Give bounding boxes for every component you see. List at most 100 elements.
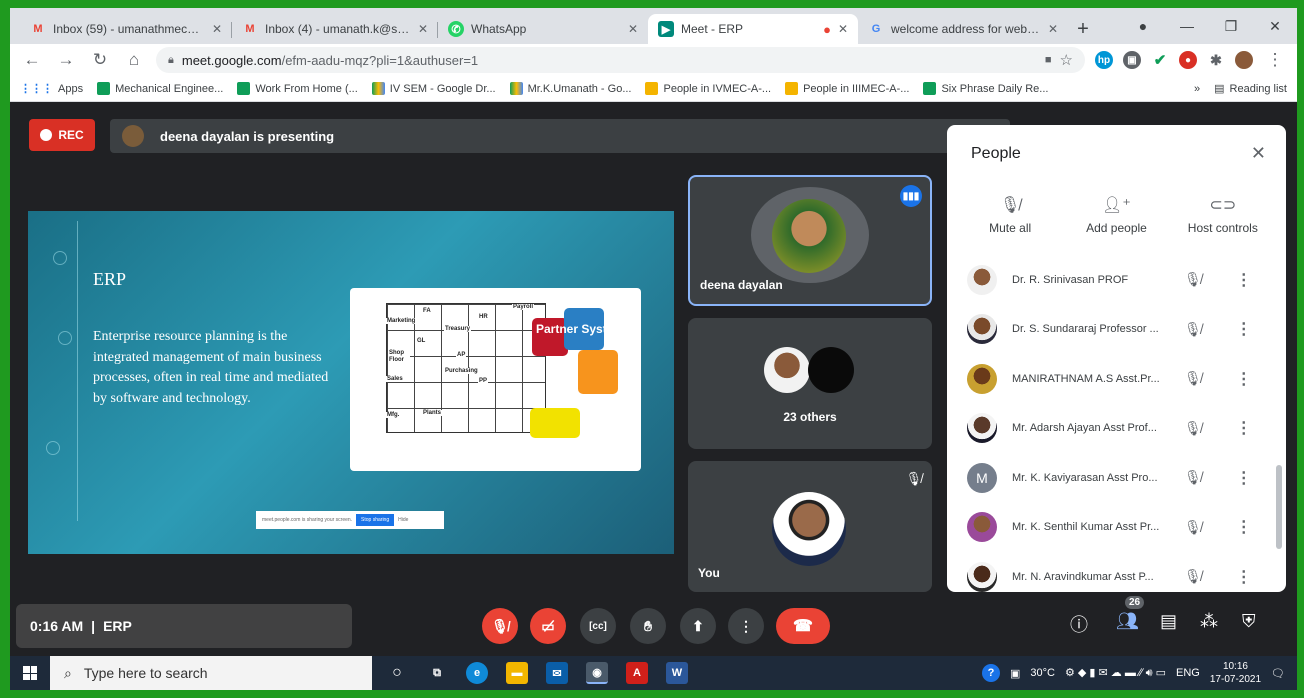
mic-off-icon[interactable]: 🎙︎̸ (1184, 271, 1202, 288)
close-window-button[interactable]: ✕ (1253, 18, 1297, 35)
mic-off-icon[interactable]: 🎙︎̸ (1184, 420, 1202, 437)
menu-icon[interactable]: ⋮ (1263, 50, 1287, 70)
stop-sharing-button[interactable]: Stop sharing (356, 514, 395, 526)
taskbar-search[interactable]: ⌕ Type here to search (50, 656, 372, 690)
tray-icons[interactable]: ⚙ ◆ ▮ ✉ ☁ ▬ ∕∕ 🔊︎ ▭ (1065, 666, 1166, 680)
close-icon[interactable]: ✕ (212, 22, 222, 36)
chrome-icon[interactable]: ◉ (586, 662, 608, 684)
more-options-icon[interactable]: ⋮ (1236, 517, 1252, 537)
mic-off-icon[interactable]: 🎙︎̸ (1184, 568, 1202, 585)
more-options-icon[interactable]: ⋮ (1236, 567, 1252, 587)
scrollbar-thumb[interactable] (1276, 465, 1282, 549)
tab-whatsapp[interactable]: ✆ WhatsApp ✕ (438, 14, 648, 44)
task-view-icon[interactable]: ⧉ (426, 662, 448, 684)
bookmark-item[interactable]: People in IIIMEC-A-... (785, 82, 909, 95)
temperature[interactable]: 30°C (1030, 667, 1055, 679)
minimize-button[interactable]: — (1165, 18, 1209, 34)
present-button[interactable]: ⬆ (680, 608, 716, 644)
leave-call-button[interactable]: ☎︎ (776, 608, 830, 644)
activities-icon[interactable]: ⁂ (1200, 611, 1218, 632)
close-icon[interactable]: ✕ (838, 22, 848, 36)
tab-gmail-2[interactable]: M Inbox (4) - umanath.k@skct.e ✕ (232, 14, 438, 44)
mic-off-icon[interactable]: 🎙︎̸ (1184, 469, 1202, 486)
tab-gmail-1[interactable]: M Inbox (59) - umanathmech@ ✕ (20, 14, 232, 44)
mute-all-button[interactable]: 🎙︎̸ Mute all (957, 195, 1063, 235)
reload-button[interactable]: ↻ (88, 50, 112, 70)
cortana-icon[interactable]: ○ (386, 662, 408, 684)
tab-meet[interactable]: ▶ Meet - ERP ● ✕ (648, 14, 858, 44)
close-icon[interactable]: ✕ (628, 22, 638, 36)
chat-icon[interactable]: ▤ (1160, 611, 1177, 632)
more-options-icon[interactable]: ⋮ (1236, 270, 1252, 290)
participant-tile-presenter[interactable]: ▮▮▮ deena dayalan (688, 175, 932, 306)
more-options-icon[interactable]: ⋮ (1236, 369, 1252, 389)
language-indicator[interactable]: ENG (1176, 667, 1200, 679)
shared-screen[interactable]: ERP Enterprise resource planning is the … (28, 211, 674, 554)
bookmark-item[interactable]: Mr.K.Umanath - Go... (509, 82, 631, 95)
bookmark-item[interactable]: Mechanical Enginee... (97, 82, 223, 95)
start-button[interactable] (10, 666, 50, 680)
mic-off-icon[interactable]: 🎙︎̸ (1184, 321, 1202, 338)
hp-extension-icon[interactable]: hp (1095, 51, 1113, 69)
bookmark-apps[interactable]: ⋮⋮⋮ Apps (20, 82, 83, 96)
people-icon[interactable]: 👥︎ (1116, 611, 1139, 632)
home-button[interactable]: ⌂ (122, 50, 146, 70)
back-button[interactable]: ← (20, 50, 44, 70)
close-icon[interactable]: ✕ (1048, 22, 1058, 36)
list-item[interactable]: M Mr. K. Kaviyarasan Asst Pro... 🎙︎̸ ⋮ (947, 453, 1286, 503)
more-options-icon[interactable]: ⋮ (1236, 468, 1252, 488)
more-options-icon[interactable]: ⋮ (1236, 319, 1252, 339)
tab-search-icon[interactable]: ● (1121, 18, 1165, 34)
address-bar[interactable]: 🔒︎ meet.google.com/efm-aadu-mqz?pli=1&au… (156, 47, 1085, 73)
list-item[interactable]: Dr. S. Sundararaj Professor ... 🎙︎̸ ⋮ (947, 305, 1286, 355)
tab-google-search[interactable]: G welcome address for webinar ✕ (858, 14, 1068, 44)
profile-avatar[interactable] (1235, 51, 1253, 69)
more-bookmarks-icon[interactable]: » (1194, 83, 1200, 95)
word-icon[interactable]: W (666, 662, 688, 684)
participant-tile-self[interactable]: 🎙︎̸ You (688, 461, 932, 592)
camera-icon[interactable]: ■ (1045, 54, 1052, 66)
raise-hand-button[interactable]: ✋︎ (630, 608, 666, 644)
notification-icon[interactable]: 🗨︎ (1271, 667, 1285, 680)
help-icon[interactable]: ? (982, 664, 1000, 682)
bookmark-item[interactable]: Six Phrase Daily Re... (923, 82, 1048, 95)
list-item[interactable]: Mr. N. Aravindkumar Asst P... 🎙︎̸ ⋮ (947, 552, 1286, 592)
host-controls-icon[interactable]: ⛨ (1242, 611, 1256, 632)
mic-off-icon[interactable]: 🎙︎̸ (1184, 370, 1202, 387)
captions-button[interactable]: [cc] (580, 608, 616, 644)
mail-icon[interactable]: ✉ (546, 662, 568, 684)
close-icon[interactable]: ✕ (1251, 143, 1266, 164)
participant-tile-others[interactable]: 23 others (688, 318, 932, 449)
extension-icon[interactable]: ▣ (1123, 51, 1141, 69)
camera-off-button[interactable]: ▭̸ (530, 608, 566, 644)
weather-icon[interactable]: ▣ (1010, 667, 1020, 680)
list-item[interactable]: Mr. Adarsh Ajayan Asst Prof... 🎙︎̸ ⋮ (947, 404, 1286, 454)
recording-indicator[interactable]: REC (29, 119, 95, 151)
check-extension-icon[interactable]: ✔ (1151, 51, 1169, 69)
clock[interactable]: 10:16 17-07-2021 (1210, 660, 1261, 686)
puzzle-icon[interactable]: ✱ (1207, 51, 1225, 69)
bookmark-star-icon[interactable]: ☆ (1060, 51, 1073, 69)
bookmark-item[interactable]: People in IVMEC-A-... (645, 82, 771, 95)
close-icon[interactable]: ✕ (418, 22, 428, 36)
new-tab-button[interactable]: + (1068, 14, 1098, 44)
add-people-button[interactable]: 👤︎⁺ Add people (1063, 195, 1169, 235)
edge-icon[interactable]: e (466, 662, 488, 684)
info-icon[interactable]: ⓘ (1070, 611, 1088, 637)
reading-list-button[interactable]: ▤ Reading list (1214, 82, 1287, 96)
forward-button[interactable]: → (54, 50, 78, 70)
list-item[interactable]: Mr. K. Senthil Kumar Asst Pr... 🎙︎̸ ⋮ (947, 503, 1286, 553)
restore-button[interactable]: ❐ (1209, 18, 1253, 35)
bookmark-item[interactable]: Work From Home (... (237, 82, 358, 95)
host-controls-button[interactable]: ⊂⊃ Host controls (1170, 195, 1276, 235)
list-item[interactable]: Dr. R. Srinivasan PROF 🎙︎̸ ⋮ (947, 255, 1286, 305)
acrobat-icon[interactable]: A (626, 662, 648, 684)
more-options-button[interactable]: ⋮ (728, 608, 764, 644)
file-explorer-icon[interactable]: ▬ (506, 662, 528, 684)
more-options-icon[interactable]: ⋮ (1236, 418, 1252, 438)
mic-off-icon[interactable]: 🎙︎̸ (1184, 519, 1202, 536)
mic-off-button[interactable]: 🎙︎̸ (482, 608, 518, 644)
bookmark-item[interactable]: IV SEM - Google Dr... (371, 82, 496, 95)
hide-button[interactable]: Hide (398, 517, 408, 523)
shield-extension-icon[interactable]: ● (1179, 51, 1197, 69)
